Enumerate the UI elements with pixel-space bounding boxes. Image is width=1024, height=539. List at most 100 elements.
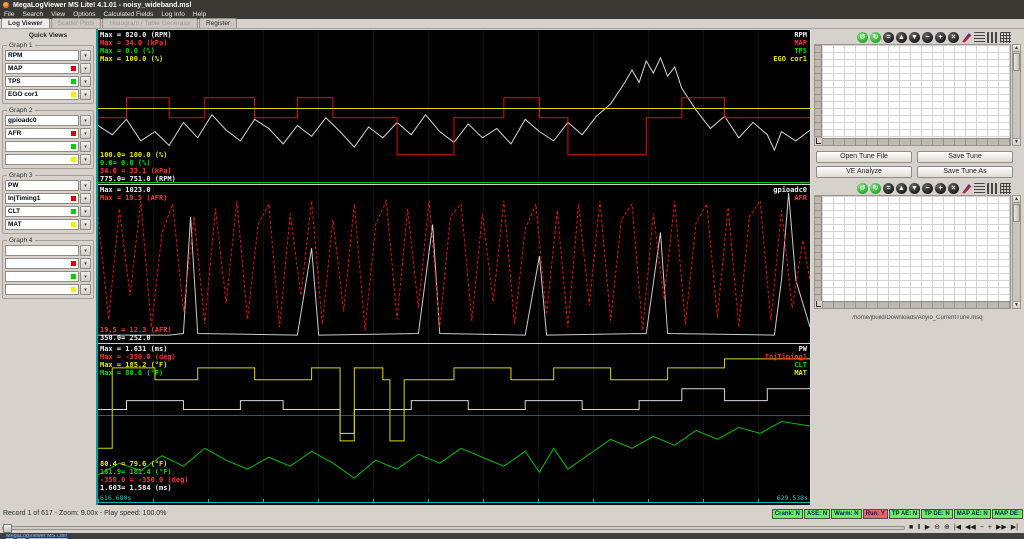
channel-field[interactable] (5, 284, 79, 295)
set-equal-icon[interactable]: = (883, 183, 894, 194)
step-back-icon[interactable]: ◀◀ (965, 523, 976, 532)
channel-dropdown-button[interactable]: ▾ (80, 76, 91, 87)
channel-field[interactable]: MAP (5, 63, 79, 74)
channel-field[interactable]: TPS (5, 76, 79, 87)
shift-up-icon[interactable]: ▲ (896, 32, 907, 43)
shift-up-icon[interactable]: ▲ (896, 183, 907, 194)
position-slider[interactable] (2, 523, 906, 533)
channel-dropdown-button[interactable]: ▾ (80, 89, 91, 100)
clear-icon[interactable]: × (948, 183, 959, 194)
menu-item[interactable]: Log Info (157, 11, 189, 18)
row-view-icon[interactable] (974, 183, 985, 194)
tab[interactable]: Scatter Plots (50, 18, 102, 28)
zoom-in-icon[interactable]: ⊕ (944, 523, 950, 532)
column-view-icon[interactable] (987, 32, 998, 43)
menu-item[interactable]: Help (189, 11, 210, 18)
graph1-plot[interactable] (98, 30, 810, 184)
tab[interactable]: Register (198, 18, 238, 28)
channel-dropdown-button[interactable]: ▾ (80, 284, 91, 295)
scrollbar-thumb[interactable] (1013, 53, 1020, 71)
scroll-up-icon[interactable]: ▲ (1013, 196, 1020, 203)
graph-panel-2[interactable]: Max = 1023.0 Max = 19.5 (AFR) gpioadc0 AFR… (98, 184, 810, 343)
menu-item[interactable]: Search (18, 11, 47, 18)
decrease-icon[interactable]: − (922, 183, 933, 194)
graph-panel-3[interactable]: Max = 1.631 (ms) Max = -350.0 (deg) Max = … (98, 343, 810, 493)
graph2-plot[interactable] (98, 185, 810, 343)
ve-analyze-button[interactable]: VE Analyze (816, 166, 912, 178)
open-tune-file-button[interactable]: Open Tune File (816, 151, 912, 163)
ve-table-2[interactable] (814, 195, 1011, 309)
taskbar-window-button[interactable]: MegaLogViewer MS Lite! (2, 533, 72, 539)
grid-view-icon[interactable] (1000, 183, 1011, 194)
row-view-icon[interactable] (974, 32, 985, 43)
tab[interactable]: Log Viewer (1, 18, 50, 28)
undo-icon[interactable]: ↺ (857, 32, 868, 43)
channel-dropdown-button[interactable]: ▾ (80, 245, 91, 256)
scroll-down-icon[interactable]: ▼ (1013, 301, 1020, 308)
skip-start-icon[interactable]: |◀ (954, 523, 961, 532)
redo-icon[interactable]: ↻ (870, 183, 881, 194)
column-view-icon[interactable] (987, 183, 998, 194)
stop-icon[interactable]: ■ (909, 523, 913, 532)
menu-item[interactable]: Options (69, 11, 99, 18)
channel-dropdown-button[interactable]: ▾ (80, 193, 91, 204)
edit-pencil-icon[interactable] (962, 33, 972, 43)
play-icon[interactable]: ▶ (925, 523, 930, 532)
channel-dropdown-button[interactable]: ▾ (80, 128, 91, 139)
scroll-down-icon[interactable]: ▼ (1013, 138, 1020, 145)
graph3-plot[interactable] (98, 344, 810, 493)
zoom-out-icon[interactable]: ⊖ (934, 523, 940, 532)
channel-field[interactable] (5, 141, 79, 152)
menu-item[interactable]: File (0, 11, 18, 18)
channel-dropdown-button[interactable]: ▾ (80, 271, 91, 282)
channel-field[interactable]: CLT (5, 206, 79, 217)
grid-view-icon[interactable] (1000, 32, 1011, 43)
channel-dropdown-button[interactable]: ▾ (80, 50, 91, 61)
ve-table-1[interactable] (814, 44, 1011, 146)
decrease-icon[interactable]: − (922, 32, 933, 43)
channel-dropdown-button[interactable]: ▾ (80, 115, 91, 126)
slower-icon[interactable]: − (980, 523, 984, 532)
ve-table-scrollbar-1[interactable]: ▲ ▼ (1012, 44, 1021, 146)
channel-dropdown-button[interactable]: ▾ (80, 180, 91, 191)
channel-field[interactable]: AFR (5, 128, 79, 139)
set-equal-icon[interactable]: = (883, 32, 894, 43)
channel-field[interactable] (5, 154, 79, 165)
shift-down-icon[interactable]: ▼ (909, 32, 920, 43)
save-tune-button[interactable]: Save Tune (917, 151, 1013, 163)
menu-item[interactable]: Calculated Fields (99, 11, 157, 18)
scrollbar-thumb[interactable] (1013, 204, 1020, 222)
channel-field[interactable]: RPM (5, 50, 79, 61)
timeline[interactable]: 616.680s 629.538s (98, 493, 810, 505)
channel-dropdown-button[interactable]: ▾ (80, 258, 91, 269)
skip-end-icon[interactable]: ▶| (1011, 523, 1018, 532)
increase-icon[interactable]: + (935, 32, 946, 43)
channel-dropdown-button[interactable]: ▾ (80, 206, 91, 217)
ve-table-scrollbar-2[interactable]: ▲ ▼ (1012, 195, 1021, 309)
ve-table-cells[interactable] (822, 196, 1010, 301)
tab[interactable]: Histogram / Table Generator (102, 18, 198, 28)
ve-table-cells[interactable] (822, 45, 1010, 138)
channel-field[interactable]: MAT (5, 219, 79, 230)
channel-dropdown-button[interactable]: ▾ (80, 63, 91, 74)
channel-dropdown-button[interactable]: ▾ (80, 219, 91, 230)
faster-icon[interactable]: + (988, 523, 992, 532)
channel-dropdown-button[interactable]: ▾ (80, 141, 91, 152)
scroll-up-icon[interactable]: ▲ (1013, 45, 1020, 52)
channel-field[interactable]: EGO cor1 (5, 89, 79, 100)
undo-icon[interactable]: ↺ (857, 183, 868, 194)
save-tune-as-button[interactable]: Save Tune As (917, 166, 1013, 178)
graph-panel-1[interactable]: Max = 820.0 (RPM) Max = 34.0 (kPa) Max = 0… (98, 29, 810, 184)
channel-field[interactable] (5, 245, 79, 256)
pause-icon[interactable]: Ⅱ (917, 523, 920, 532)
channel-field[interactable] (5, 258, 79, 269)
edit-pencil-icon[interactable] (962, 184, 972, 194)
channel-dropdown-button[interactable]: ▾ (80, 154, 91, 165)
redo-icon[interactable]: ↻ (870, 32, 881, 43)
clear-icon[interactable]: × (948, 32, 959, 43)
position-slider-handle[interactable] (3, 523, 12, 533)
shift-down-icon[interactable]: ▼ (909, 183, 920, 194)
menu-item[interactable]: View (47, 11, 69, 18)
channel-field[interactable]: gpioadc0 (5, 115, 79, 126)
increase-icon[interactable]: + (935, 183, 946, 194)
